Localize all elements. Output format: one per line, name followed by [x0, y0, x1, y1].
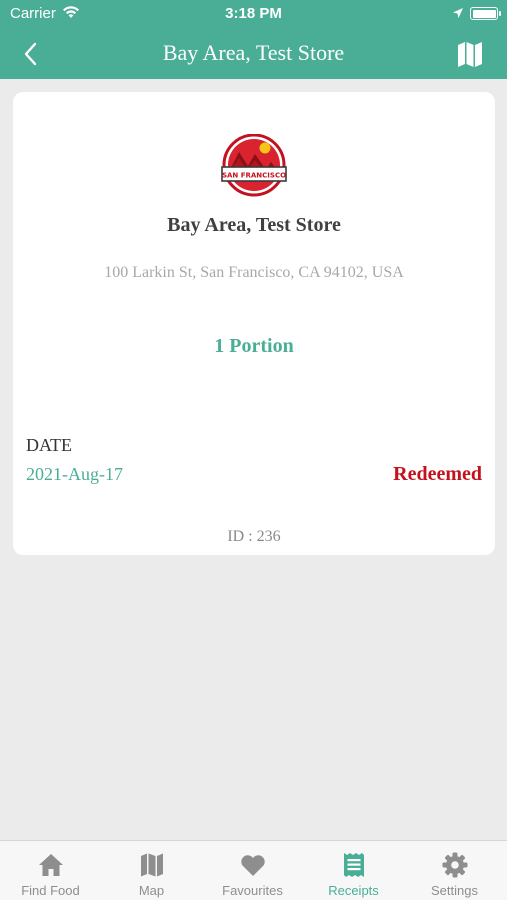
- receipt-icon: [344, 853, 364, 877]
- gear-icon: [442, 852, 468, 878]
- map-icon: [141, 853, 163, 877]
- tab-settings[interactable]: Settings: [404, 841, 505, 900]
- tab-find-food[interactable]: Find Food: [0, 841, 101, 900]
- store-name: Bay Area, Test Store: [167, 214, 341, 236]
- clock-time: 3:18 PM: [225, 5, 282, 22]
- store-address: 100 Larkin St, San Francisco, CA 94102, …: [104, 264, 404, 281]
- logo-wordmark: SAN FRANCISCO: [222, 172, 286, 180]
- date-label: DATE: [26, 435, 72, 455]
- tab-label: Find Food: [21, 883, 80, 898]
- heart-icon: [241, 855, 265, 876]
- tab-map[interactable]: Map: [101, 841, 202, 900]
- tab-favourites[interactable]: Favourites: [202, 841, 303, 900]
- receipt-id: ID : 236: [227, 528, 281, 545]
- tab-label: Receipts: [328, 883, 379, 898]
- receipt-card: SAN FRANCISCO Bay Area, Test Store 100 L…: [13, 92, 495, 555]
- battery-icon: [470, 7, 501, 20]
- home-icon: [39, 854, 63, 876]
- tab-receipts[interactable]: Receipts: [303, 841, 404, 900]
- navigation-bar: Bay Area, Test Store: [0, 28, 507, 79]
- tab-label: Favourites: [222, 883, 283, 898]
- tab-label: Settings: [431, 883, 478, 898]
- portion-count: 1 Portion: [214, 335, 294, 357]
- map-icon: [458, 42, 482, 67]
- page-title: Bay Area, Test Store: [162, 40, 345, 65]
- status-badge: Redeemed: [393, 463, 482, 485]
- map-button[interactable]: [455, 39, 485, 69]
- store-logo: SAN FRANCISCO: [219, 133, 289, 198]
- date-value: 2021-Aug-17: [26, 464, 123, 484]
- tab-label: Map: [138, 883, 165, 898]
- location-arrow-icon: [452, 6, 464, 23]
- tab-bar: Find Food Map Favourites Receipts Settin…: [0, 840, 507, 900]
- status-bar: Carrier 3:18 PM: [0, 0, 507, 28]
